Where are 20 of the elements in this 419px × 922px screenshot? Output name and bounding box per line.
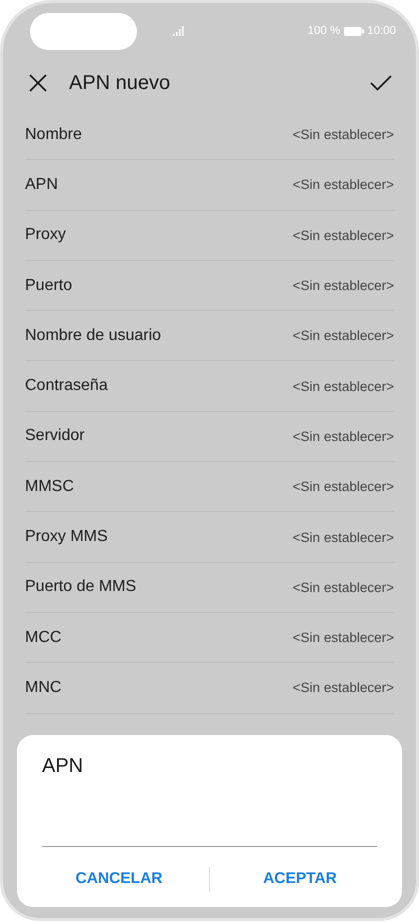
dialog-button[interactable]: CANCELAR	[29, 861, 209, 897]
setting-row[interactable]: Proxy <Sin establecer>	[25, 210, 394, 261]
setting-row[interactable]: APN <Sin establecer>	[25, 160, 394, 211]
setting-row[interactable]: MMSC <Sin establecer>	[25, 462, 394, 512]
setting-row[interactable]: Nombre de usuario <Sin establecer>	[25, 311, 394, 362]
setting-row[interactable]: Puerto de MMS <Sin establecer>	[25, 562, 394, 613]
setting-row[interactable]: Contraseña <Sin establecer>	[25, 361, 394, 412]
setting-row[interactable]: Proxy MMS <Sin establecer>	[25, 512, 394, 563]
battery-icon	[344, 26, 364, 36]
dialog-button[interactable]: ACEPTAR	[210, 861, 390, 897]
setting-row[interactable]: Servidor <Sin establecer>	[25, 412, 394, 462]
screen-title: APN nuevo	[69, 72, 170, 94]
setting-row[interactable]: Puerto <Sin establecer>	[25, 260, 394, 312]
setting-row[interactable]: MNC <Sin establecer>	[25, 663, 394, 714]
setting-row[interactable]: MCC <Sin establecer>	[25, 612, 394, 664]
signal-icon	[173, 26, 185, 36]
setting-row[interactable]: Nombre <Sin establecer>	[25, 110, 394, 160]
dialog-title: APN	[42, 755, 84, 778]
close-icon[interactable]	[29, 74, 47, 92]
checkmark-icon[interactable]	[370, 75, 392, 91]
